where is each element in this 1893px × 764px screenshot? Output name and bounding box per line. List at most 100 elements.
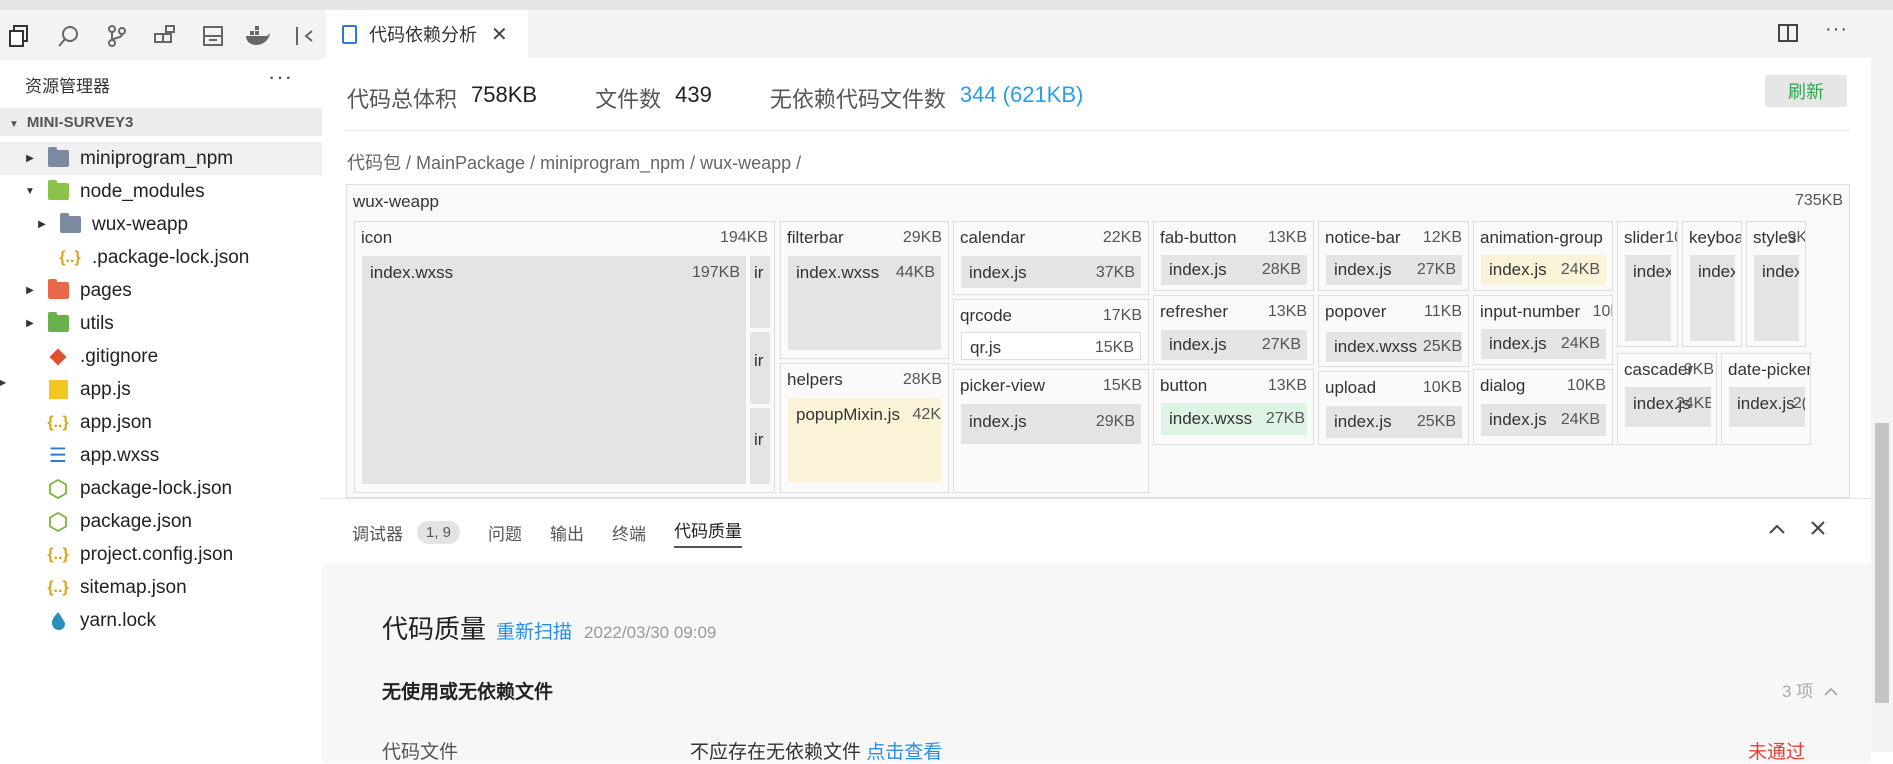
breadcrumb[interactable]: 代码包 / MainPackage / miniprogram_npm / wu… (347, 149, 801, 175)
scrollbar-thumb[interactable] (1875, 423, 1889, 703)
tree-item-sitemap[interactable]: {..} sitemap.json (0, 571, 322, 604)
no-dependency-value[interactable]: 344 (621KB) (960, 82, 1084, 114)
tab-dependency-analysis[interactable]: 代码依赖分析 ✕ (326, 10, 528, 58)
treemap-leaf[interactable]: index.js 37KB (961, 256, 1141, 288)
tree-item-gitignore[interactable]: .gitignore (0, 340, 322, 373)
treemap-title: wux-weapp (353, 192, 439, 211)
treemap-leaf[interactable]: index.js 24KB (1481, 329, 1606, 359)
treemap-leaf[interactable]: index.wxss 44KB (788, 256, 941, 350)
more-actions-button[interactable]: ··· (268, 64, 293, 90)
treemap-node-dialog[interactable]: dialog 10KB index.js 24KB (1473, 369, 1613, 445)
treemap-leaf[interactable]: index. (1754, 255, 1799, 341)
source-control-icon[interactable] (104, 23, 130, 49)
tree-item-wux-weapp[interactable]: ▶ wux-weapp (0, 208, 322, 241)
treemap-node-icon[interactable]: icon 194KB index.wxss 197KB ir ir ir (354, 221, 775, 493)
tree-item-package-json[interactable]: package.json (0, 505, 322, 538)
tab-problems[interactable]: 问题 (488, 520, 522, 545)
tree-item-app-wxss[interactable]: ☰ app.wxss (0, 439, 322, 472)
treemap-leaf[interactable]: index.js 27KB (1326, 255, 1462, 285)
treemap-node-date-picker[interactable]: date-picker index.js 2( (1721, 353, 1811, 445)
node-label: picker-view (960, 376, 1046, 395)
treemap-node-animation-group[interactable]: animation-group index.js 24KB (1473, 221, 1613, 291)
tree-item-utils[interactable]: ▶ utils (0, 307, 322, 340)
treemap-leaf[interactable]: index.js 28KB (1161, 255, 1307, 285)
treemap-node-helpers[interactable]: helpers 28KB popupMixin.js 42K (780, 363, 949, 493)
treemap-leaf[interactable]: index.js 2( (1729, 387, 1805, 427)
treemap-node-qrcode[interactable]: qrcode 17KB qr.js 15KB (953, 299, 1149, 365)
section-count[interactable]: 3 项 (1782, 677, 1838, 702)
treemap-leaf[interactable]: index.wxss 25KB (1326, 332, 1462, 362)
rescan-link[interactable]: 重新扫描 (496, 617, 572, 644)
explorer-icon[interactable] (6, 23, 32, 49)
chevron-up-icon[interactable] (1768, 519, 1786, 542)
tree-item-pages[interactable]: ▶ pages (0, 274, 322, 307)
treemap-leaf[interactable]: index.js 24KE (1625, 387, 1711, 427)
row-desc-text: 不应存在无依赖文件 (690, 742, 862, 763)
treemap-node-cascader[interactable]: cascader 9KB index.js 24KE (1617, 353, 1717, 445)
tab-debugger[interactable]: 调试器 (352, 520, 403, 545)
treemap-leaf[interactable]: ir (750, 256, 770, 328)
vertical-scrollbar[interactable] (1871, 10, 1893, 752)
git-icon (46, 346, 70, 368)
tree-item-dot-package-lock[interactable]: {..} .package-lock.json (0, 241, 322, 274)
leaf-label: index.js (1489, 260, 1547, 279)
view-link[interactable]: 点击查看 (866, 742, 942, 763)
treemap-node-popover[interactable]: popover 11KB index.wxss 25KB (1318, 295, 1469, 367)
treemap-leaf[interactable]: ir (750, 408, 770, 484)
treemap-node-refresher[interactable]: refresher 13KB index.js 27KB (1153, 295, 1314, 365)
split-editor-icon[interactable] (1778, 23, 1798, 49)
chevron-down-icon: ▼ (9, 119, 19, 130)
treemap-node-upload[interactable]: upload 10KB index.js 25KB (1318, 371, 1469, 445)
tab-code-quality[interactable]: 代码质量 (674, 517, 743, 548)
tree-item-yarn-lock[interactable]: yarn.lock (0, 604, 322, 637)
leaf-label: ir (754, 351, 764, 370)
tab-output[interactable]: 输出 (550, 520, 584, 545)
treemap-node-filterbar[interactable]: filterbar 29KB index.wxss 44KB (780, 221, 949, 359)
treemap-leaf[interactable]: index. (1625, 255, 1671, 341)
treemap-node-notice-bar[interactable]: notice-bar 12KB index.js 27KB (1318, 221, 1469, 291)
tab-terminal[interactable]: 终端 (612, 520, 646, 545)
treemap-leaf[interactable]: qr.js 15KB (961, 332, 1141, 360)
docker-icon[interactable] (245, 23, 271, 49)
more-icon[interactable]: ··· (1825, 18, 1848, 41)
tree-item-label: yarn.lock (80, 609, 157, 631)
row-label: 代码文件 (382, 742, 459, 763)
treemap-leaf[interactable]: ir (750, 332, 770, 404)
tree-item-app-json[interactable]: {..} app.json (0, 406, 322, 439)
treemap-node-picker-view[interactable]: picker-view 15KB index.js 29KB (953, 369, 1149, 493)
close-icon[interactable]: ✕ (491, 22, 508, 47)
treemap-leaf[interactable]: index.js 24KB (1481, 404, 1606, 436)
treemap-leaf[interactable]: index.js 24KB (1481, 255, 1606, 285)
tree-item-miniprogram-npm[interactable]: ▶ miniprogram_npm (0, 142, 322, 175)
treemap-node-slider[interactable]: slider 10 index. (1617, 221, 1678, 347)
treemap-leaf[interactable]: popupMixin.js 42K (788, 398, 941, 482)
treemap-leaf[interactable]: index.js 25KB (1326, 406, 1462, 438)
treemap-node-styles[interactable]: styles 9K index. (1746, 221, 1806, 347)
treemap-leaf[interactable]: index.wxss 197KB (362, 256, 746, 484)
npm-icon (46, 511, 70, 533)
treemap-node-keyboard[interactable]: keyboar index. (1682, 221, 1742, 347)
leaf-size: 37KB (1095, 264, 1135, 281)
treemap-node-input-number[interactable]: input-number 10l index.js 24KB (1473, 295, 1613, 365)
tree-item-project-config[interactable]: {..} project.config.json (0, 538, 322, 571)
treemap-node-calendar[interactable]: calendar 22KB index.js 37KB (953, 221, 1149, 295)
leaf-size: 42K (912, 406, 941, 423)
treemap-leaf[interactable]: index.js 27KB (1161, 330, 1307, 360)
close-panel-icon[interactable] (1810, 519, 1826, 542)
refresh-button[interactable]: 刷新 (1765, 75, 1847, 107)
treemap-leaf[interactable]: index.wxss 27KB (1161, 403, 1307, 435)
extensions-icon[interactable] (152, 23, 178, 49)
treemap-leaf[interactable]: index. (1690, 255, 1735, 341)
npm-icon (46, 478, 70, 500)
tree-item-node-modules[interactable]: ▼ node_modules (0, 175, 322, 208)
save-panel-icon[interactable] (200, 23, 226, 49)
treemap-node-button[interactable]: button 13KB index.wxss 27KB (1153, 369, 1314, 445)
treemap-node-fab-button[interactable]: fab-button 13KB index.js 28KB (1153, 221, 1314, 291)
collapse-sidebar-icon[interactable] (292, 23, 318, 49)
folder-node-icon (46, 180, 70, 203)
tree-item-app-js[interactable]: app.js (0, 373, 322, 406)
search-icon[interactable] (56, 23, 82, 49)
treemap-leaf[interactable]: index.js 29KB (961, 404, 1141, 444)
project-header[interactable]: ▼ MINI-SURVEY3 (0, 108, 322, 136)
tree-item-package-lock-json[interactable]: package-lock.json (0, 472, 322, 505)
